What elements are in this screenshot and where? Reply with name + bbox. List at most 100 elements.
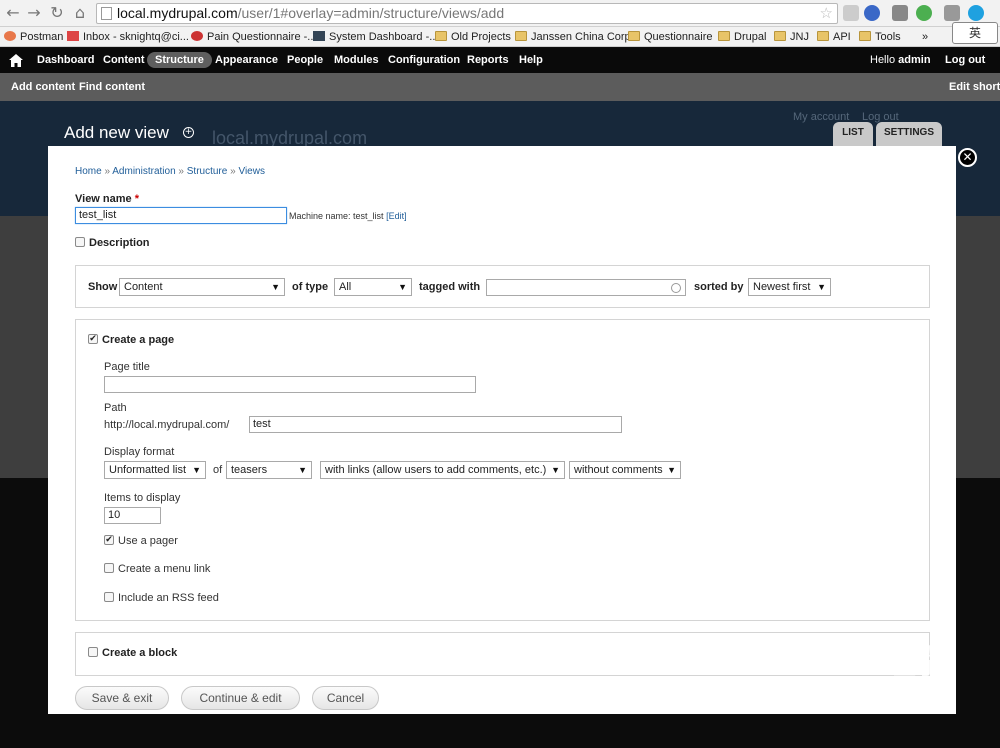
extension-icon[interactable] — [916, 5, 932, 21]
home-icon[interactable] — [9, 54, 23, 67]
tools-icon[interactable] — [944, 5, 960, 21]
hello-user: Hello admin — [870, 54, 931, 66]
url-path: /user/1#overlay=admin/structure/views/ad… — [237, 5, 505, 21]
toolbar-structure[interactable]: Structure — [147, 52, 212, 68]
toolbar-modules[interactable]: Modules — [334, 48, 379, 73]
reload-icon[interactable]: ↻ — [48, 4, 66, 22]
bookmark-item[interactable]: Janssen China Corp — [515, 29, 631, 45]
bookmark-item[interactable]: System Dashboard -... — [313, 29, 438, 45]
of-label: of — [213, 464, 223, 476]
menu-link-checkbox[interactable] — [104, 563, 114, 573]
shortcuts-bar: Add content Find content Edit shortcuts — [0, 73, 1000, 101]
tagged-with-label: tagged with — [419, 281, 481, 293]
show-label: Show — [88, 281, 118, 293]
display-format-select[interactable]: Unformatted list ▼ — [104, 461, 206, 479]
save-exit-button[interactable]: Save & exit — [75, 686, 169, 710]
description-label: Description — [89, 237, 150, 249]
toolbar-help[interactable]: Help — [519, 48, 543, 73]
rss-feed-label: Include an RSS feed — [118, 592, 219, 604]
bookmark-item[interactable]: Questionnaire — [628, 29, 713, 45]
description-checkbox[interactable] — [75, 237, 85, 247]
show-select[interactable]: Content ▼ — [119, 278, 285, 296]
bookmarks-bar: Postman Inbox - sknightq@ci... Pain Ques… — [0, 27, 1000, 47]
dropdown-arrow-icon: ▼ — [192, 465, 201, 475]
row-style-select[interactable]: teasers ▼ — [226, 461, 312, 479]
tab-list[interactable]: LIST — [833, 122, 873, 146]
bookmark-item[interactable]: Tools — [859, 29, 901, 45]
url-host: local.mydrupal.com — [117, 5, 238, 21]
postman-icon — [4, 31, 16, 41]
bookmark-item[interactable]: Pain Questionnaire -... — [191, 29, 316, 45]
machine-name-edit-link[interactable]: [Edit] — [386, 211, 407, 221]
view-name-input[interactable]: test_list — [75, 207, 287, 224]
rss-feed-checkbox[interactable] — [104, 592, 114, 602]
tab-settings[interactable]: SETTINGS — [876, 122, 942, 146]
browser-address-bar: ← → ↻ ⌂ local.mydrupal.com/user/1#overla… — [0, 0, 1000, 27]
toolbar-people[interactable]: People — [287, 48, 323, 73]
page-title: Add new view — [64, 123, 169, 142]
notification-icon[interactable] — [892, 5, 908, 21]
more-bookmarks[interactable]: » — [922, 29, 928, 45]
breadcrumb-structure[interactable]: Structure — [187, 166, 228, 177]
items-to-display-label: Items to display — [104, 492, 181, 504]
app-icon — [191, 31, 203, 41]
toolbar-content[interactable]: Content — [103, 48, 145, 73]
toolbar-reports[interactable]: Reports — [467, 48, 509, 73]
back-icon[interactable]: ← — [4, 4, 22, 22]
continue-edit-button[interactable]: Continue & edit — [181, 686, 300, 710]
bookmark-star-icon[interactable]: ☆ — [820, 4, 833, 22]
links-select[interactable]: with links (allow users to add comments,… — [320, 461, 565, 479]
create-block-checkbox[interactable] — [88, 647, 98, 657]
key-icon[interactable] — [843, 5, 859, 21]
breadcrumb-administration[interactable]: Administration — [112, 166, 175, 177]
logout-link[interactable]: Log out — [945, 48, 985, 73]
dropdown-arrow-icon: ▼ — [551, 465, 560, 475]
bookmark-item[interactable]: API — [817, 29, 851, 45]
bookmark-item[interactable]: Postman — [4, 29, 63, 45]
menu-link-label: Create a menu link — [118, 563, 211, 575]
folder-icon — [515, 31, 527, 41]
skype-icon[interactable] — [968, 5, 984, 21]
toolbar-appearance[interactable]: Appearance — [215, 48, 278, 73]
cancel-button[interactable]: Cancel — [312, 686, 379, 710]
breadcrumb-home[interactable]: Home — [75, 166, 102, 177]
folder-icon — [435, 31, 447, 41]
forward-icon[interactable]: → — [25, 4, 43, 22]
path-input[interactable]: test — [249, 416, 622, 433]
find-content-link[interactable]: Find content — [79, 73, 145, 101]
toolbar-configuration[interactable]: Configuration — [388, 48, 460, 73]
bookmark-item[interactable]: JNJ — [774, 29, 809, 45]
breadcrumb-views[interactable]: Views — [238, 166, 265, 177]
page-title-input[interactable] — [104, 376, 476, 393]
globe-icon[interactable] — [864, 5, 880, 21]
bookmark-item[interactable]: Old Projects — [435, 29, 511, 45]
use-pager-checkbox[interactable]: ✔ — [104, 535, 114, 545]
toolbar-dashboard[interactable]: Dashboard — [37, 48, 94, 73]
comments-select[interactable]: without comments ▼ — [569, 461, 681, 479]
edit-shortcuts-link[interactable]: Edit shortcuts — [949, 73, 1000, 101]
add-content-link[interactable]: Add content — [11, 73, 75, 101]
watermark-sub: jingyan.baidu.com — [768, 678, 925, 698]
view-name-label: View name * — [75, 193, 140, 205]
use-pager-label: Use a pager — [118, 535, 178, 547]
add-shortcut-icon[interactable]: + — [183, 127, 194, 138]
page-title-label: Page title — [104, 361, 150, 373]
close-icon[interactable]: ✕ — [958, 148, 977, 167]
folder-icon — [628, 31, 640, 41]
bookmark-item[interactable]: Drupal — [718, 29, 766, 45]
sorted-by-select[interactable]: Newest first ▼ — [748, 278, 831, 296]
tagged-with-input[interactable] — [486, 279, 686, 296]
url-input[interactable]: local.mydrupal.com/user/1#overlay=admin/… — [96, 3, 838, 24]
dropdown-arrow-icon: ▼ — [817, 282, 826, 292]
ime-indicator[interactable]: 英 — [952, 22, 998, 44]
bookmark-item[interactable]: Inbox - sknightq@ci... — [67, 29, 189, 45]
path-prefix: http://local.mydrupal.com/ — [104, 419, 230, 431]
display-format-label: Display format — [104, 446, 175, 458]
home-icon[interactable]: ⌂ — [71, 4, 89, 22]
items-to-display-input[interactable]: 10 — [104, 507, 161, 524]
dropdown-arrow-icon: ▼ — [667, 465, 676, 475]
checkmark-icon: ✔ — [105, 535, 113, 545]
of-type-select[interactable]: All ▼ — [334, 278, 412, 296]
dropdown-arrow-icon: ▼ — [398, 282, 407, 292]
create-page-checkbox[interactable]: ✔ — [88, 334, 98, 344]
